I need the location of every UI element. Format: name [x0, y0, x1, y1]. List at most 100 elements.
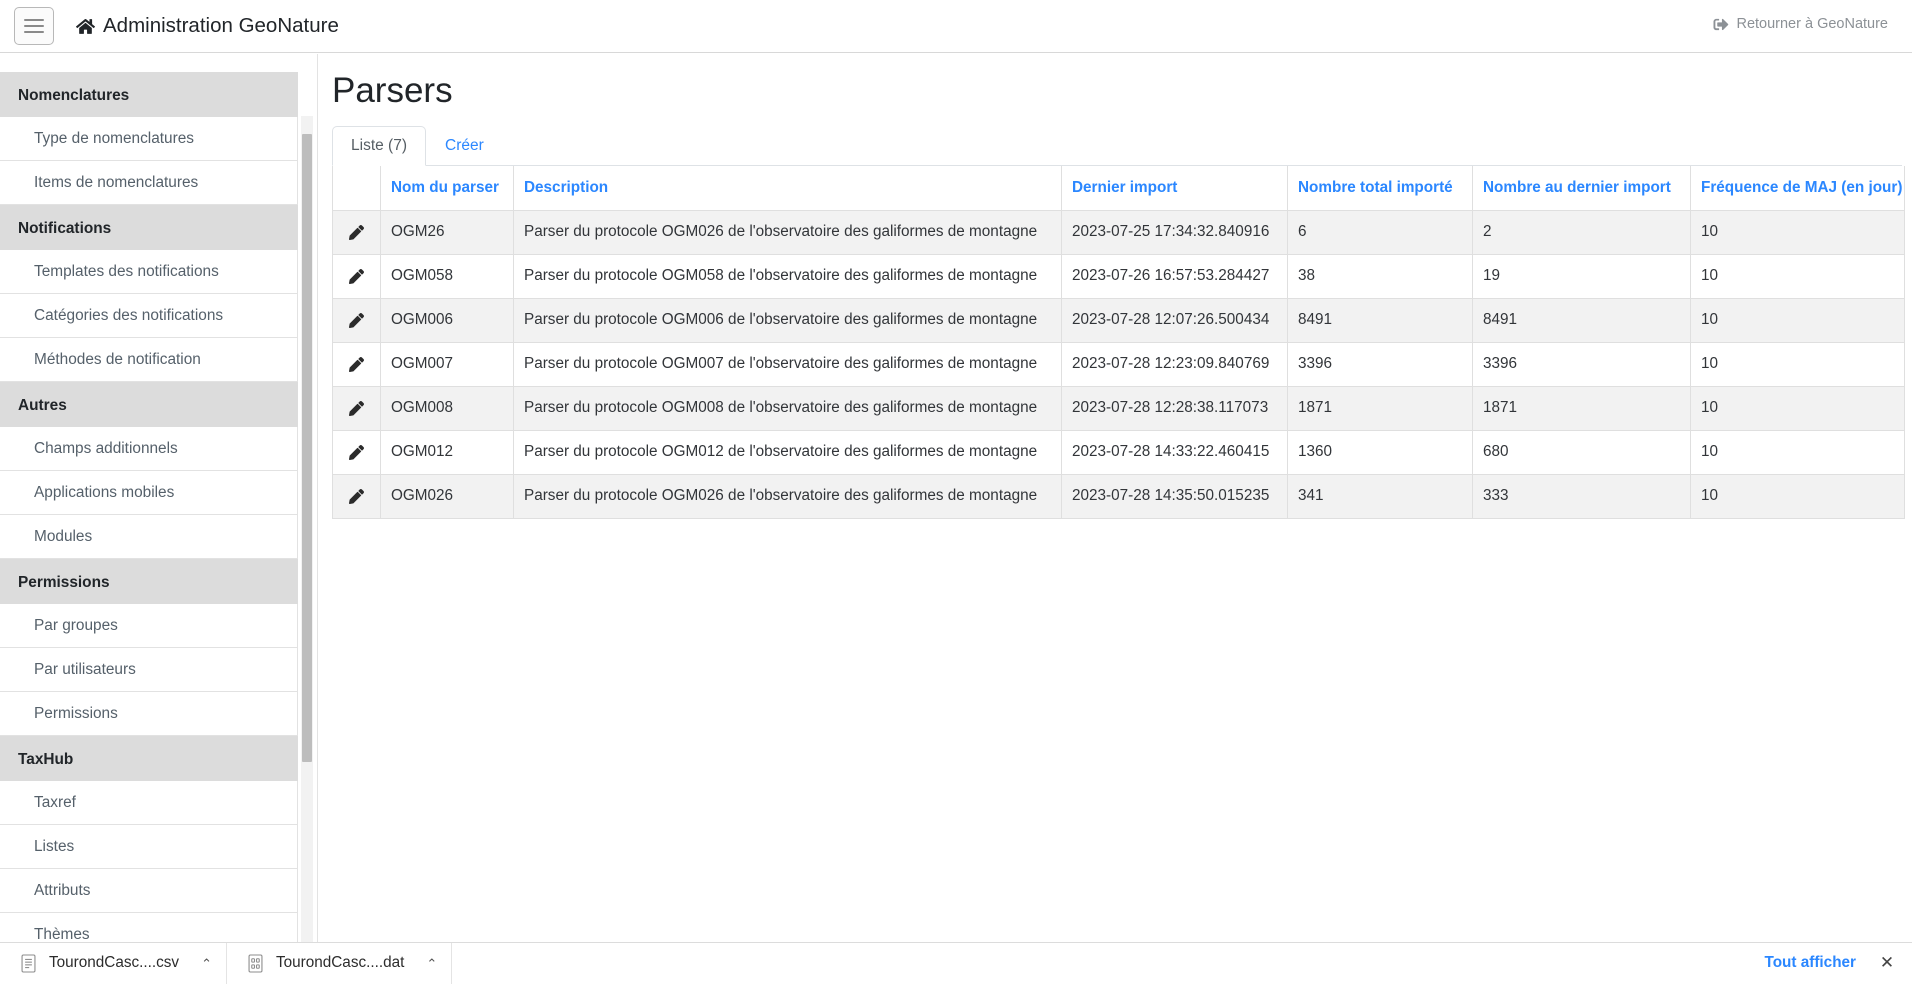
- cell-update-frequency: 10: [1691, 430, 1905, 474]
- page-title: Parsers: [332, 70, 1912, 112]
- sidebar-item-attributs[interactable]: Attributs: [0, 869, 298, 913]
- table-head: Nom du parserDescriptionDernier importNo…: [333, 166, 1905, 210]
- brand-link[interactable]: Administration GeoNature: [76, 14, 339, 38]
- sidebar-item-th-mes[interactable]: Thèmes: [0, 913, 298, 942]
- cell-parser-name: OGM26: [381, 210, 514, 254]
- brand-label: Administration GeoNature: [103, 14, 339, 38]
- download-item[interactable]: TourondCasc....csv ⌃: [0, 943, 227, 984]
- download-items: TourondCasc....csv ⌃ TourondCasc....dat ⌃: [0, 943, 452, 984]
- tab-liste[interactable]: Liste (7): [332, 126, 426, 166]
- table-row: OGM058Parser du protocole OGM058 de l'ob…: [333, 254, 1905, 298]
- chevron-up-icon[interactable]: ⌃: [426, 957, 437, 970]
- pencil-icon[interactable]: [344, 483, 370, 509]
- pencil-icon[interactable]: [344, 351, 370, 377]
- cell-total-imported: 3396: [1288, 342, 1473, 386]
- column-header-1[interactable]: Nom du parser: [381, 166, 514, 210]
- return-label: Retourner à GeoNature: [1736, 16, 1888, 32]
- table-row: OGM026Parser du protocole OGM026 de l'ob…: [333, 474, 1905, 518]
- pencil-icon[interactable]: [344, 219, 370, 245]
- show-all-downloads-button[interactable]: Tout afficher: [1753, 947, 1869, 979]
- sidebar-item-modules[interactable]: Modules: [0, 515, 298, 559]
- cell-parser-description: Parser du protocole OGM026 de l'observat…: [514, 210, 1062, 254]
- pencil-icon[interactable]: [344, 307, 370, 333]
- return-to-geonature-link[interactable]: Retourner à GeoNature: [1713, 16, 1888, 32]
- sidebar-item-items-de-nomenclatures[interactable]: Items de nomenclatures: [0, 161, 298, 205]
- parsers-table: Nom du parserDescriptionDernier importNo…: [332, 166, 1905, 519]
- chevron-up-icon[interactable]: ⌃: [201, 957, 212, 970]
- cell-update-frequency: 10: [1691, 298, 1905, 342]
- cell-update-frequency: 10: [1691, 210, 1905, 254]
- sidebar-scrollbar-thumb[interactable]: [302, 134, 312, 762]
- cell-last-import: 2023-07-28 12:28:38.117073: [1062, 386, 1288, 430]
- cell-last-import-count: 8491: [1473, 298, 1691, 342]
- sidebar-item-champs-additionnels[interactable]: Champs additionnels: [0, 427, 298, 471]
- edit-cell: [333, 430, 381, 474]
- sidebar-item-cat-gories-des-notifications[interactable]: Catégories des notifications: [0, 294, 298, 338]
- sidebar-group-header: Autres: [0, 382, 298, 427]
- column-header-0: [333, 166, 381, 210]
- cell-last-import: 2023-07-28 12:07:26.500434: [1062, 298, 1288, 342]
- close-icon[interactable]: ✕: [1872, 948, 1902, 978]
- edit-cell: [333, 474, 381, 518]
- pencil-icon[interactable]: [344, 395, 370, 421]
- cell-parser-description: Parser du protocole OGM007 de l'observat…: [514, 342, 1062, 386]
- pencil-icon[interactable]: [344, 439, 370, 465]
- cell-parser-description: Parser du protocole OGM006 de l'observat…: [514, 298, 1062, 342]
- edit-cell: [333, 210, 381, 254]
- cell-last-import: 2023-07-28 14:35:50.015235: [1062, 474, 1288, 518]
- sidebar-item-listes[interactable]: Listes: [0, 825, 298, 869]
- home-icon: [76, 18, 95, 35]
- cell-update-frequency: 10: [1691, 254, 1905, 298]
- cell-parser-name: OGM007: [381, 342, 514, 386]
- table-row: OGM26Parser du protocole OGM026 de l'obs…: [333, 210, 1905, 254]
- download-bar-actions: Tout afficher ✕: [1753, 947, 1903, 979]
- table-header-row: Nom du parserDescriptionDernier importNo…: [333, 166, 1905, 210]
- edit-cell: [333, 386, 381, 430]
- download-item[interactable]: TourondCasc....dat ⌃: [227, 943, 452, 984]
- table-body: OGM26Parser du protocole OGM026 de l'obs…: [333, 210, 1905, 518]
- download-bar: TourondCasc....csv ⌃ TourondCasc....dat ⌃ T…: [0, 942, 1912, 983]
- cell-total-imported: 341: [1288, 474, 1473, 518]
- download-item-label: TourondCasc....csv: [49, 954, 179, 972]
- edit-cell: [333, 342, 381, 386]
- hamburger-bar: [24, 31, 44, 33]
- cell-total-imported: 8491: [1288, 298, 1473, 342]
- cell-update-frequency: 10: [1691, 386, 1905, 430]
- sidebar-nav-list: NomenclaturesType de nomenclaturesItems …: [0, 72, 298, 942]
- sidebar-item-taxref[interactable]: Taxref: [0, 781, 298, 825]
- tab-creer[interactable]: Créer: [426, 126, 503, 166]
- sidebar-group-header: TaxHub: [0, 736, 298, 781]
- edit-cell: [333, 298, 381, 342]
- cell-total-imported: 6: [1288, 210, 1473, 254]
- column-header-4[interactable]: Nombre total importé: [1288, 166, 1473, 210]
- column-header-6[interactable]: Fréquence de MAJ (en jour): [1691, 166, 1905, 210]
- download-item-label: TourondCasc....dat: [276, 954, 404, 972]
- cell-last-import-count: 3396: [1473, 342, 1691, 386]
- binary-file-icon: [247, 954, 264, 973]
- cell-last-import-count: 1871: [1473, 386, 1691, 430]
- hamburger-icon[interactable]: [14, 7, 54, 45]
- cell-parser-description: Parser du protocole OGM058 de l'observat…: [514, 254, 1062, 298]
- sidebar-item-par-utilisateurs[interactable]: Par utilisateurs: [0, 648, 298, 692]
- sidebar-item-templates-des-notifications[interactable]: Templates des notifications: [0, 250, 298, 294]
- hamburger-bar: [24, 19, 44, 21]
- table-row: OGM012Parser du protocole OGM012 de l'ob…: [333, 430, 1905, 474]
- cell-last-import: 2023-07-28 14:33:22.460415: [1062, 430, 1288, 474]
- sidebar-item-par-groupes[interactable]: Par groupes: [0, 604, 298, 648]
- hamburger-bar: [24, 25, 44, 27]
- sidebar-group-header: Nomenclatures: [0, 72, 298, 117]
- column-header-3[interactable]: Dernier import: [1062, 166, 1288, 210]
- column-header-2[interactable]: Description: [514, 166, 1062, 210]
- sidebar-item-permissions[interactable]: Permissions: [0, 692, 298, 736]
- table-row: OGM008Parser du protocole OGM008 de l'ob…: [333, 386, 1905, 430]
- sidebar-item-applications-mobiles[interactable]: Applications mobiles: [0, 471, 298, 515]
- table-row: OGM006Parser du protocole OGM006 de l'ob…: [333, 298, 1905, 342]
- top-navbar: Administration GeoNature Retourner à Geo…: [0, 0, 1912, 53]
- sidebar-item-m-thodes-de-notification[interactable]: Méthodes de notification: [0, 338, 298, 382]
- cell-parser-name: OGM058: [381, 254, 514, 298]
- sidebar: NomenclaturesType de nomenclaturesItems …: [0, 54, 318, 942]
- pencil-icon[interactable]: [344, 263, 370, 289]
- column-header-5[interactable]: Nombre au dernier import: [1473, 166, 1691, 210]
- sidebar-item-type-de-nomenclatures[interactable]: Type de nomenclatures: [0, 117, 298, 161]
- cell-update-frequency: 10: [1691, 342, 1905, 386]
